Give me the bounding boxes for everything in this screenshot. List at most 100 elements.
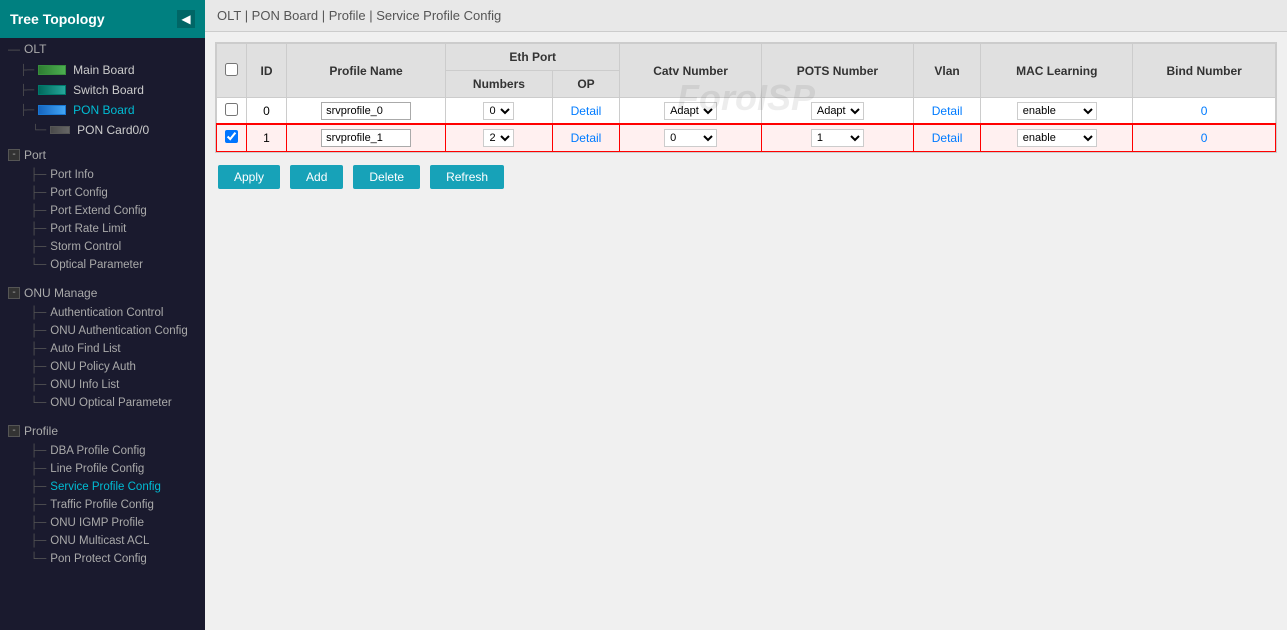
profile-section-header[interactable]: - Profile	[0, 420, 205, 442]
sidebar-item-auto-find-list[interactable]: ├─Auto Find List	[0, 340, 205, 358]
main-content: OLT | PON Board | Profile | Service Prof…	[205, 0, 1287, 630]
row-0-eth-numbers-select[interactable]: 01234	[483, 102, 514, 120]
tree-root-olt[interactable]: — OLT	[0, 38, 205, 60]
sidebar-item-optical-parameter[interactable]: └─Optical Parameter	[0, 256, 205, 274]
sidebar-item-port-info[interactable]: ├─Port Info	[0, 166, 205, 184]
select-all-checkbox[interactable]	[225, 63, 238, 76]
row-1-catv-select[interactable]: 0Adapt12	[664, 129, 717, 147]
col-header-id: ID	[247, 44, 287, 98]
sidebar-item-pon-board[interactable]: ├─ PON Board	[0, 100, 205, 120]
row-0-checkbox-cell	[217, 98, 247, 125]
sidebar-item-switch-board[interactable]: ├─ Switch Board	[0, 80, 205, 100]
row-0-profile-name-input[interactable]	[321, 102, 411, 120]
row-1-pots-select[interactable]: 1Adapt02	[811, 129, 864, 147]
sidebar-item-port-rate-limit[interactable]: ├─Port Rate Limit	[0, 220, 205, 238]
table-container: ForoISP ID Profile Name Eth Port Catv Nu…	[215, 42, 1277, 153]
sidebar-item-onu-info-list[interactable]: ├─ONU Info List	[0, 376, 205, 394]
col-header-vlan: Vlan	[913, 44, 980, 98]
row-1-checkbox[interactable]	[225, 130, 238, 143]
row-1-catv-number: 0Adapt12	[620, 125, 762, 152]
port-section-header[interactable]: - Port	[0, 144, 205, 166]
sidebar-item-onu-policy-auth[interactable]: ├─ONU Policy Auth	[0, 358, 205, 376]
profile-collapse-icon: -	[8, 425, 20, 437]
olt-label: OLT	[24, 42, 46, 56]
row-1-profile-name	[287, 125, 446, 152]
row-0-id: 0	[247, 98, 287, 125]
row-1-bind-number: 0	[1133, 125, 1276, 152]
delete-button[interactable]: Delete	[353, 165, 420, 189]
sidebar-item-onu-multicast-acl[interactable]: ├─ONU Multicast ACL	[0, 532, 205, 550]
sidebar-item-main-board[interactable]: ├─ Main Board	[0, 60, 205, 80]
sidebar-item-dba-profile[interactable]: ├─DBA Profile Config	[0, 442, 205, 460]
apply-button[interactable]: Apply	[218, 165, 280, 189]
row-1-mac-learning-select[interactable]: enabledisable	[1017, 129, 1097, 147]
onu-manage-section: - ONU Manage ├─Authentication Control ├─…	[0, 278, 205, 416]
row-1-pots-number: 1Adapt02	[761, 125, 913, 152]
dash-line: —	[8, 42, 20, 56]
col-header-eth-port: Eth Port	[446, 44, 620, 71]
row-0-pots-number: Adapt012	[761, 98, 913, 125]
sidebar-item-pon-protect-config[interactable]: └─Pon Protect Config	[0, 550, 205, 568]
onu-collapse-icon: -	[8, 287, 20, 299]
row-1-mac-learning: enabledisable	[981, 125, 1133, 152]
switch-board-icon	[38, 85, 66, 95]
add-button[interactable]: Add	[290, 165, 343, 189]
row-0-checkbox[interactable]	[225, 103, 238, 116]
row-0-profile-name	[287, 98, 446, 125]
row-0-catv-select[interactable]: Adapt012	[664, 102, 717, 120]
sidebar-item-auth-control[interactable]: ├─Authentication Control	[0, 304, 205, 322]
sidebar-title: Tree Topology	[10, 11, 105, 27]
sidebar-item-pon-card[interactable]: └─ PON Card0/0	[0, 120, 205, 140]
col-header-mac-learning: MAC Learning	[981, 44, 1133, 98]
onu-manage-label: ONU Manage	[24, 286, 97, 300]
main-board-icon	[38, 65, 66, 75]
watermark: ForoISP	[677, 77, 815, 119]
connector-card: └─	[32, 125, 46, 136]
onu-manage-section-header[interactable]: - ONU Manage	[0, 282, 205, 304]
port-section: - Port ├─Port Info ├─Port Config ├─Port …	[0, 140, 205, 278]
pon-card-icon	[50, 126, 70, 134]
row-1-id: 1	[247, 125, 287, 152]
sidebar-item-traffic-profile[interactable]: ├─Traffic Profile Config	[0, 496, 205, 514]
sidebar-item-onu-auth-config[interactable]: ├─ONU Authentication Config	[0, 322, 205, 340]
row-1-checkbox-cell	[217, 125, 247, 152]
sidebar-item-storm-control[interactable]: ├─Storm Control	[0, 238, 205, 256]
row-0-eth-detail-link[interactable]: Detail	[571, 104, 602, 118]
pon-card-label: PON Card0/0	[77, 123, 149, 137]
sidebar-item-line-profile[interactable]: ├─Line Profile Config	[0, 460, 205, 478]
service-profile-table: ID Profile Name Eth Port Catv Number POT…	[216, 43, 1276, 152]
sidebar-header[interactable]: Tree Topology ◀	[0, 0, 205, 38]
port-collapse-icon: -	[8, 149, 20, 161]
pon-board-icon	[38, 105, 66, 115]
row-1-eth-detail-link[interactable]: Detail	[571, 131, 602, 145]
content-area: ForoISP ID Profile Name Eth Port Catv Nu…	[205, 32, 1287, 630]
refresh-button[interactable]: Refresh	[430, 165, 504, 189]
col-header-eth-op: OP	[552, 71, 619, 98]
row-1-vlan-detail-link[interactable]: Detail	[932, 131, 963, 145]
row-0-pots-select[interactable]: Adapt012	[811, 102, 864, 120]
sidebar-item-onu-igmp-profile[interactable]: ├─ONU IGMP Profile	[0, 514, 205, 532]
sidebar: Tree Topology ◀ — OLT ├─ Main Board ├─ S…	[0, 0, 205, 630]
connector-pon: ├─	[20, 105, 34, 116]
sidebar-collapse-button[interactable]: ◀	[177, 10, 195, 28]
col-header-pots: POTS Number	[761, 44, 913, 98]
main-board-label: Main Board	[73, 63, 134, 77]
row-1-eth-numbers-select[interactable]: 01234	[483, 129, 514, 147]
breadcrumb: OLT | PON Board | Profile | Service Prof…	[217, 8, 501, 23]
table-row: 1 01234 Detail 0Adapt12 1Adapt02 Detail enable…	[217, 125, 1276, 152]
row-0-vlan: Detail	[913, 98, 980, 125]
row-1-eth-op: Detail	[552, 125, 619, 152]
row-1-profile-name-input[interactable]	[321, 129, 411, 147]
col-header-eth-numbers: Numbers	[446, 71, 553, 98]
pon-board-label: PON Board	[73, 103, 134, 117]
sidebar-item-port-config[interactable]: ├─Port Config	[0, 184, 205, 202]
sidebar-item-onu-optical-param[interactable]: └─ONU Optical Parameter	[0, 394, 205, 412]
sidebar-item-port-extend-config[interactable]: ├─Port Extend Config	[0, 202, 205, 220]
row-0-vlan-detail-link[interactable]: Detail	[932, 104, 963, 118]
row-0-eth-numbers: 01234	[446, 98, 553, 125]
connector-switch: ├─	[20, 85, 34, 96]
profile-section-label: Profile	[24, 424, 58, 438]
sidebar-item-service-profile[interactable]: ├─Service Profile Config	[0, 478, 205, 496]
action-buttons-row: Apply Add Delete Refresh	[215, 165, 1277, 189]
row-0-mac-learning-select[interactable]: enabledisable	[1017, 102, 1097, 120]
